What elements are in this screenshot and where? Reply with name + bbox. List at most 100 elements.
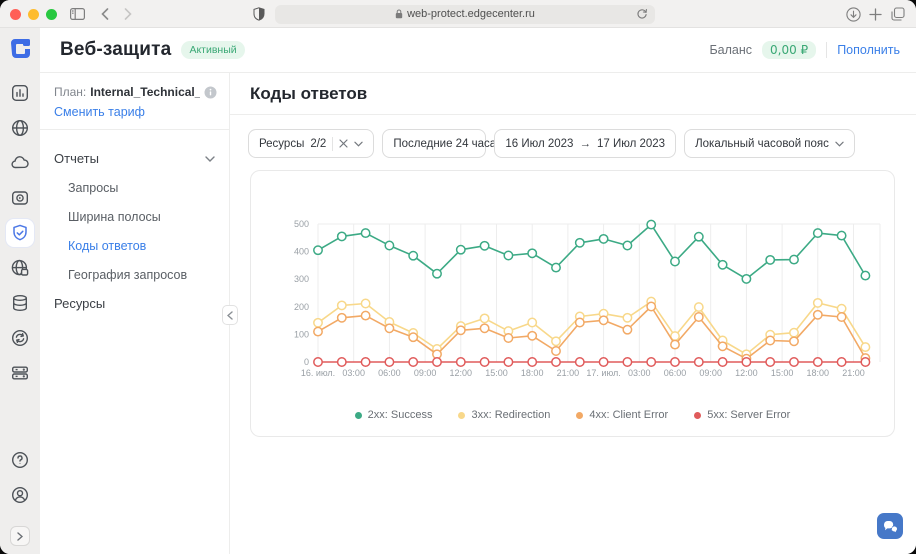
nav-item-bandwidth[interactable]: Ширина полосы <box>40 202 229 231</box>
new-tab-icon[interactable] <box>866 5 884 23</box>
legend-item-2xx[interactable]: 2xx: Success <box>355 409 433 421</box>
change-tariff-link[interactable]: Сменить тариф <box>54 105 217 119</box>
cdn-globe-icon[interactable] <box>6 114 34 142</box>
address-bar[interactable]: web-protect.edgecenter.ru <box>275 5 655 24</box>
downloads-icon[interactable] <box>844 5 862 23</box>
svg-text:09:00: 09:00 <box>414 368 437 378</box>
storage-icon[interactable] <box>6 289 34 317</box>
plan-label: План: <box>54 85 86 99</box>
arrow-right-icon: → <box>579 138 591 150</box>
header-right: Баланс 0,00 ₽ Пополнить <box>709 41 900 59</box>
chevron-down-icon <box>205 156 215 162</box>
legend-item-3xx[interactable]: 3xx: Redirection <box>458 409 550 421</box>
svg-text:15:00: 15:00 <box>771 368 794 378</box>
svg-text:12:00: 12:00 <box>450 368 473 378</box>
legend-label-3xx: 3xx: Redirection <box>471 409 550 421</box>
tab-overview-icon[interactable] <box>889 5 907 23</box>
legend-dot-3xx <box>458 412 465 419</box>
svg-text:17. июл.: 17. июл. <box>586 368 620 378</box>
timezone-filter[interactable]: Локальный часовой пояс <box>684 129 855 158</box>
legend-item-4xx[interactable]: 4xx: Client Error <box>576 409 668 421</box>
pill-divider <box>332 137 333 151</box>
nav-panel: План: Internal_Technical_Acco... Сменить… <box>40 73 230 554</box>
edgecenter-logo[interactable] <box>7 35 33 61</box>
svg-text:15:00: 15:00 <box>485 368 508 378</box>
topup-link[interactable]: Пополнить <box>837 43 900 57</box>
chat-bubbles-icon <box>883 520 898 533</box>
statistics-icon[interactable] <box>6 79 34 107</box>
header-divider <box>826 42 827 58</box>
svg-text:18:00: 18:00 <box>807 368 830 378</box>
period-filter-value: Последние 24 часа <box>393 138 496 150</box>
help-icon[interactable] <box>6 446 34 474</box>
dns-icon[interactable] <box>6 254 34 282</box>
page-title: Веб-защита <box>60 39 171 61</box>
plan-value: Internal_Technical_Acco... <box>90 85 200 99</box>
nav-item-requests[interactable]: Запросы <box>40 173 229 202</box>
rail-bottom-group <box>6 446 34 546</box>
balance-value: 0,00 ₽ <box>762 41 816 59</box>
filters-row: Ресурсы 2/2 Последние 24 часа 16 Июл 202… <box>230 115 916 158</box>
hosting-icon[interactable] <box>6 359 34 387</box>
svg-text:0: 0 <box>304 357 309 367</box>
back-icon[interactable] <box>96 5 114 23</box>
close-window-button[interactable] <box>10 9 21 20</box>
svg-text:300: 300 <box>294 274 309 284</box>
nav-item-response-codes[interactable]: Коды ответов <box>40 231 229 260</box>
balance-label: Баланс <box>709 43 752 57</box>
timezone-value: Локальный часовой пояс <box>695 138 829 150</box>
svg-text:200: 200 <box>294 302 309 312</box>
streaming-icon[interactable] <box>6 184 34 212</box>
date-range-filter[interactable]: 16 Июл 2023 → 17 Июл 2023 <box>494 129 676 158</box>
nav-item-request-geography[interactable]: География запросов <box>40 260 229 289</box>
svg-text:03:00: 03:00 <box>628 368 651 378</box>
collapse-nav-icon[interactable] <box>222 305 238 325</box>
cloud-icon[interactable] <box>6 149 34 177</box>
svg-text:06:00: 06:00 <box>378 368 401 378</box>
legend-dot-5xx <box>694 412 701 419</box>
legend-item-5xx[interactable]: 5xx: Server Error <box>694 409 790 421</box>
main-content: Коды ответов Ресурсы 2/2 Последние 24 ча… <box>230 73 916 554</box>
svg-text:100: 100 <box>294 329 309 339</box>
expand-rail-icon[interactable] <box>10 526 30 546</box>
lock-icon <box>395 9 403 19</box>
zoom-window-button[interactable] <box>46 9 57 20</box>
privacy-shield-icon[interactable] <box>250 5 268 23</box>
minimize-window-button[interactable] <box>28 9 39 20</box>
chevron-down-icon <box>835 141 844 147</box>
response-codes-chart-card: 010020030040050016. июл.03:0006:0009:001… <box>250 170 895 437</box>
reload-icon[interactable] <box>636 8 648 20</box>
date-from: 16 Июл 2023 <box>505 138 573 150</box>
resources-filter[interactable]: Ресурсы 2/2 <box>248 129 374 158</box>
main-titlebar: Коды ответов <box>230 73 916 115</box>
period-filter[interactable]: Последние 24 часа <box>382 129 486 158</box>
sync-icon[interactable] <box>6 324 34 352</box>
web-protect-icon[interactable] <box>6 219 34 247</box>
resources-filter-label: Ресурсы <box>259 138 304 150</box>
resources-filter-count: 2/2 <box>310 138 326 150</box>
clear-filter-icon[interactable] <box>339 139 348 148</box>
browser-window: web-protect.edgecenter.ru <box>0 0 916 554</box>
chart-legend: 2xx: Success 3xx: Redirection 4xx: Clien… <box>251 409 894 421</box>
svg-text:500: 500 <box>294 219 309 229</box>
profile-icon[interactable] <box>6 481 34 509</box>
nav-section-reports[interactable]: Отчеты <box>40 144 229 173</box>
status-badge: Активный <box>181 41 244 59</box>
forward-icon[interactable] <box>119 5 137 23</box>
chevron-down-icon <box>354 141 363 147</box>
legend-dot-2xx <box>355 412 362 419</box>
sidebar-toggle-icon[interactable] <box>68 5 86 23</box>
date-to: 17 Июл 2023 <box>597 138 665 150</box>
window-controls <box>10 9 57 20</box>
browser-toolbar: web-protect.edgecenter.ru <box>0 0 916 28</box>
app-header: Веб-защита Активный Баланс 0,00 ₽ Пополн… <box>40 28 916 73</box>
legend-label-2xx: 2xx: Success <box>368 409 433 421</box>
svg-text:400: 400 <box>294 247 309 257</box>
response-codes-chart[interactable]: 010020030040050016. июл.03:0006:0009:001… <box>252 189 895 385</box>
nav-section-resources[interactable]: Ресурсы <box>40 289 229 318</box>
nav-menu: Отчеты Запросы Ширина полосы Коды ответо… <box>40 130 229 318</box>
resources-section-label: Ресурсы <box>54 296 105 311</box>
info-icon[interactable] <box>204 86 217 99</box>
svg-text:06:00: 06:00 <box>664 368 687 378</box>
chat-support-button[interactable] <box>877 513 903 539</box>
